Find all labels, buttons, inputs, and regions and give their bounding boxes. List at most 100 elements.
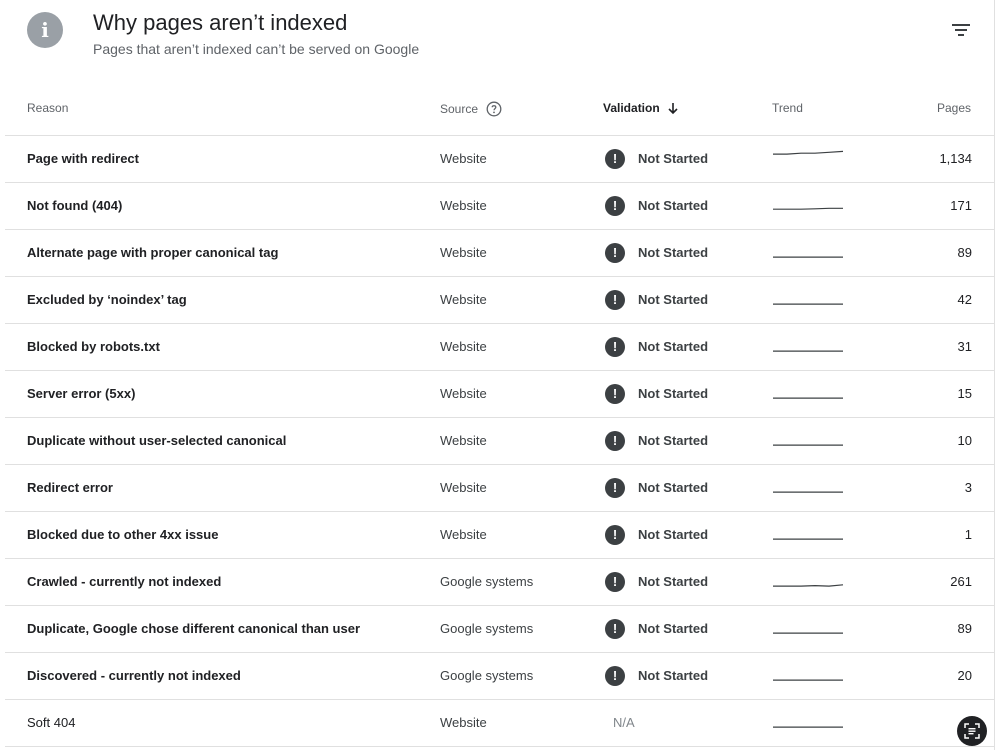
trend-line — [773, 207, 843, 210]
alert-icon: ! — [605, 337, 625, 357]
trend-sparkline — [773, 303, 843, 305]
validation-status-text: Not Started — [638, 386, 709, 401]
reason-cell: Excluded by ‘noindex’ tag — [27, 292, 187, 307]
filter-button[interactable] — [949, 18, 973, 42]
issues-table-body: Page with redirect Website! Not Started 1,1… — [5, 136, 995, 747]
validation-cell: ! Not Started — [605, 230, 708, 276]
reason-cell: Alternate page with proper canonical tag — [27, 245, 279, 260]
alert-icon: ! — [605, 431, 625, 451]
lens-icon — [964, 723, 980, 739]
validation-status-text: N/A — [613, 715, 635, 730]
table-row[interactable]: Not found (404) Website! Not Started 171 — [5, 183, 995, 230]
index-issues-card: i Why pages aren’t indexed Pages that ar… — [5, 0, 995, 750]
column-header-source[interactable]: Source — [440, 101, 502, 117]
trend-cell — [772, 471, 844, 501]
trend-sparkline — [773, 207, 843, 210]
filter-icon — [952, 24, 970, 36]
validation-status-text: Not Started — [638, 668, 709, 683]
pages-count-cell: 89 — [957, 621, 972, 636]
validation-cell: ! Not Started — [605, 277, 708, 323]
trend-cell — [772, 330, 844, 360]
trend-cell — [772, 377, 844, 407]
reason-cell: Duplicate without user-selected canonica… — [27, 433, 287, 448]
column-label-reason: Reason — [27, 101, 69, 115]
alert-icon: ! — [605, 572, 625, 592]
trend-cell — [772, 706, 844, 736]
validation-status-text: Not Started — [638, 433, 709, 448]
table-row[interactable]: Alternate page with proper canonical tag… — [5, 230, 995, 277]
pages-count-cell: 261 — [950, 574, 972, 589]
trend-sparkline — [773, 538, 843, 540]
source-cell: Website — [440, 151, 487, 166]
validation-status-text: Not Started — [638, 245, 709, 260]
alert-icon: ! — [605, 619, 625, 639]
pages-count-cell: 171 — [950, 198, 972, 213]
validation-cell: ! Not Started — [605, 606, 708, 652]
trend-sparkline — [773, 679, 843, 681]
validation-status-text: Not Started — [638, 527, 709, 542]
trend-sparkline — [773, 491, 843, 493]
trend-cell — [772, 565, 844, 595]
column-header-validation[interactable]: Validation — [603, 101, 680, 115]
column-label-validation: Validation — [603, 101, 660, 115]
card-title: Why pages aren’t indexed — [93, 10, 348, 35]
source-cell: Website — [440, 715, 487, 730]
table-row[interactable]: Blocked by robots.txt Website! Not Started… — [5, 324, 995, 371]
table-row[interactable]: Excluded by ‘noindex’ tag Website! Not Sta… — [5, 277, 995, 324]
column-label-pages: Pages — [936, 101, 971, 115]
column-header-reason[interactable]: Reason — [27, 101, 68, 115]
validation-status-text: Not Started — [638, 574, 709, 589]
reason-cell: Soft 404 — [27, 715, 76, 730]
pages-count-cell: 3 — [964, 480, 972, 495]
card-header: i Why pages aren’t indexed Pages that ar… — [5, 0, 995, 90]
reason-cell: Page with redirect — [27, 151, 139, 166]
alert-icon: ! — [605, 243, 625, 263]
table-row[interactable]: Page with redirect Website! Not Started 1,1… — [5, 136, 995, 183]
lens-button[interactable] — [957, 716, 987, 746]
trend-sparkline — [773, 350, 843, 352]
pages-count-cell: 10 — [957, 433, 972, 448]
reason-cell: Server error (5xx) — [27, 386, 136, 401]
validation-cell: ! Not Started — [605, 324, 708, 370]
table-row[interactable]: Redirect error Website! Not Started 3 — [5, 465, 995, 512]
source-cell: Website — [440, 386, 487, 401]
sort-arrow-down-icon — [668, 103, 678, 115]
column-header-trend: Trend — [772, 101, 803, 115]
table-row[interactable]: Crawled - currently not indexed Google sy… — [5, 559, 995, 606]
validation-cell: ! Not Started — [605, 512, 708, 558]
trend-sparkline — [773, 584, 844, 587]
validation-status-text: Not Started — [638, 151, 709, 166]
pages-count-cell: 20 — [957, 668, 972, 683]
validation-cell: ! Not Started — [605, 418, 708, 464]
table-row[interactable]: Blocked due to other 4xx issue Website! No… — [5, 512, 995, 559]
trend-sparkline — [773, 397, 843, 399]
source-cell: Google systems — [440, 574, 534, 589]
table-row[interactable]: Discovered - currently not indexed Google… — [5, 653, 995, 700]
column-header-pages[interactable]: Pages — [937, 101, 971, 115]
trend-cell — [772, 142, 844, 172]
validation-cell: N/A — [605, 700, 635, 746]
pages-count-cell: 1,134 — [939, 151, 972, 166]
card-subtitle: Pages that aren’t indexed can’t be serve… — [93, 41, 420, 57]
alert-icon: ! — [605, 478, 625, 498]
help-icon[interactable] — [486, 101, 502, 117]
info-icon: i — [27, 12, 63, 48]
alert-icon: ! — [605, 666, 625, 686]
pages-count-cell: 15 — [957, 386, 972, 401]
validation-cell: ! Not Started — [605, 653, 708, 699]
validation-status-text: Not Started — [638, 621, 709, 636]
table-row[interactable]: Duplicate without user-selected canonica… — [5, 418, 995, 465]
trend-cell — [772, 236, 844, 266]
table-row[interactable]: Soft 404 Website N/A — [5, 700, 995, 747]
trend-sparkline — [773, 632, 843, 634]
reason-cell: Duplicate, Google chose different canoni… — [27, 621, 361, 636]
trend-cell — [772, 283, 844, 313]
table-row[interactable]: Server error (5xx) Website! Not Started 15 — [5, 371, 995, 418]
table-row[interactable]: Duplicate, Google chose different canoni… — [5, 606, 995, 653]
pages-count-cell: 31 — [957, 339, 972, 354]
reason-cell: Crawled - currently not indexed — [27, 574, 222, 589]
alert-icon: ! — [605, 149, 625, 169]
validation-status-text: Not Started — [638, 198, 709, 213]
reason-cell: Discovered - currently not indexed — [27, 668, 241, 683]
reason-cell: Redirect error — [27, 480, 113, 495]
